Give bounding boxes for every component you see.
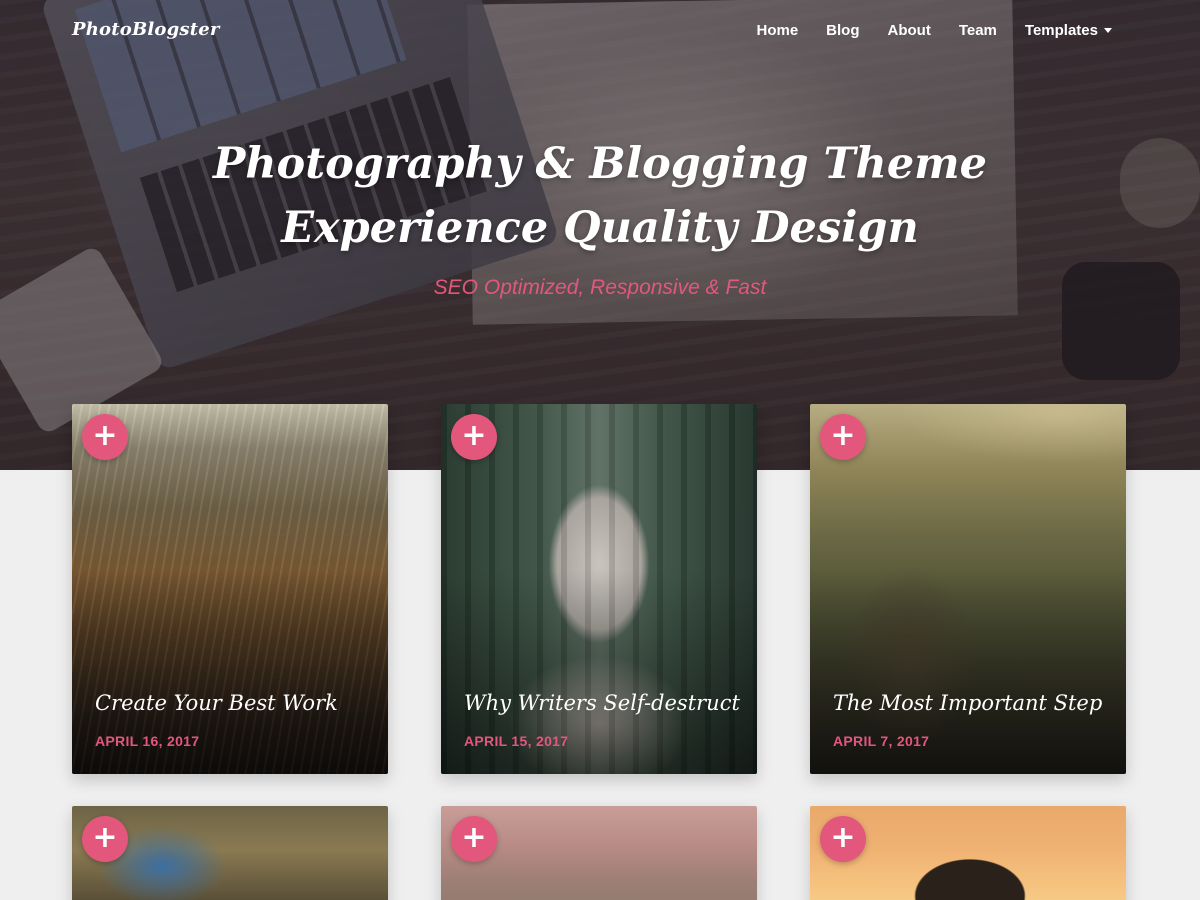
post-card[interactable]: + The Most Important Step APRIL 7, 2017 (810, 404, 1126, 774)
caret-down-icon (1104, 28, 1112, 33)
nav-item-about[interactable]: About (888, 22, 931, 39)
nav-item-blog[interactable]: Blog (826, 22, 859, 39)
nav-item-home[interactable]: Home (756, 22, 798, 39)
plus-icon[interactable]: + (451, 816, 497, 862)
nav-item-templates[interactable]: Templates (1025, 22, 1112, 39)
post-title[interactable]: The Most Important Step (833, 691, 1118, 715)
post-card[interactable]: + (72, 806, 388, 900)
hero-subtitle: SEO Optimized, Responsive & Fast (433, 276, 767, 299)
post-card-shade (810, 404, 1126, 774)
plus-icon[interactable]: + (820, 414, 866, 460)
plus-icon[interactable]: + (820, 816, 866, 862)
post-card[interactable]: + Create Your Best Work APRIL 16, 2017 (72, 404, 388, 774)
main-nav: Home Blog About Team Templates (728, 22, 1112, 39)
post-date: APRIL 7, 2017 (833, 733, 930, 749)
post-title[interactable]: Create Your Best Work (95, 691, 380, 715)
post-card-shade (72, 404, 388, 774)
site-logo[interactable]: PhotoBlogster (72, 19, 220, 40)
hero-title: Photography & Blogging Theme Experience … (0, 132, 1200, 260)
hero-title-line2: Experience Quality Design (281, 203, 919, 253)
hero-title-line1: Photography & Blogging Theme (212, 139, 988, 189)
post-title[interactable]: Why Writers Self-destruct (464, 691, 749, 715)
nav-item-team[interactable]: Team (959, 22, 997, 39)
post-card[interactable]: + Why Writers Self-destruct APRIL 15, 20… (441, 404, 757, 774)
plus-icon[interactable]: + (82, 414, 128, 460)
post-date: APRIL 15, 2017 (464, 733, 569, 749)
post-card[interactable]: + (810, 806, 1126, 900)
nav-item-templates-label: Templates (1024, 22, 1098, 39)
post-card[interactable]: + (441, 806, 757, 900)
plus-icon[interactable]: + (82, 816, 128, 862)
post-card-shade (441, 404, 757, 774)
post-date: APRIL 16, 2017 (95, 733, 200, 749)
plus-icon[interactable]: + (451, 414, 497, 460)
